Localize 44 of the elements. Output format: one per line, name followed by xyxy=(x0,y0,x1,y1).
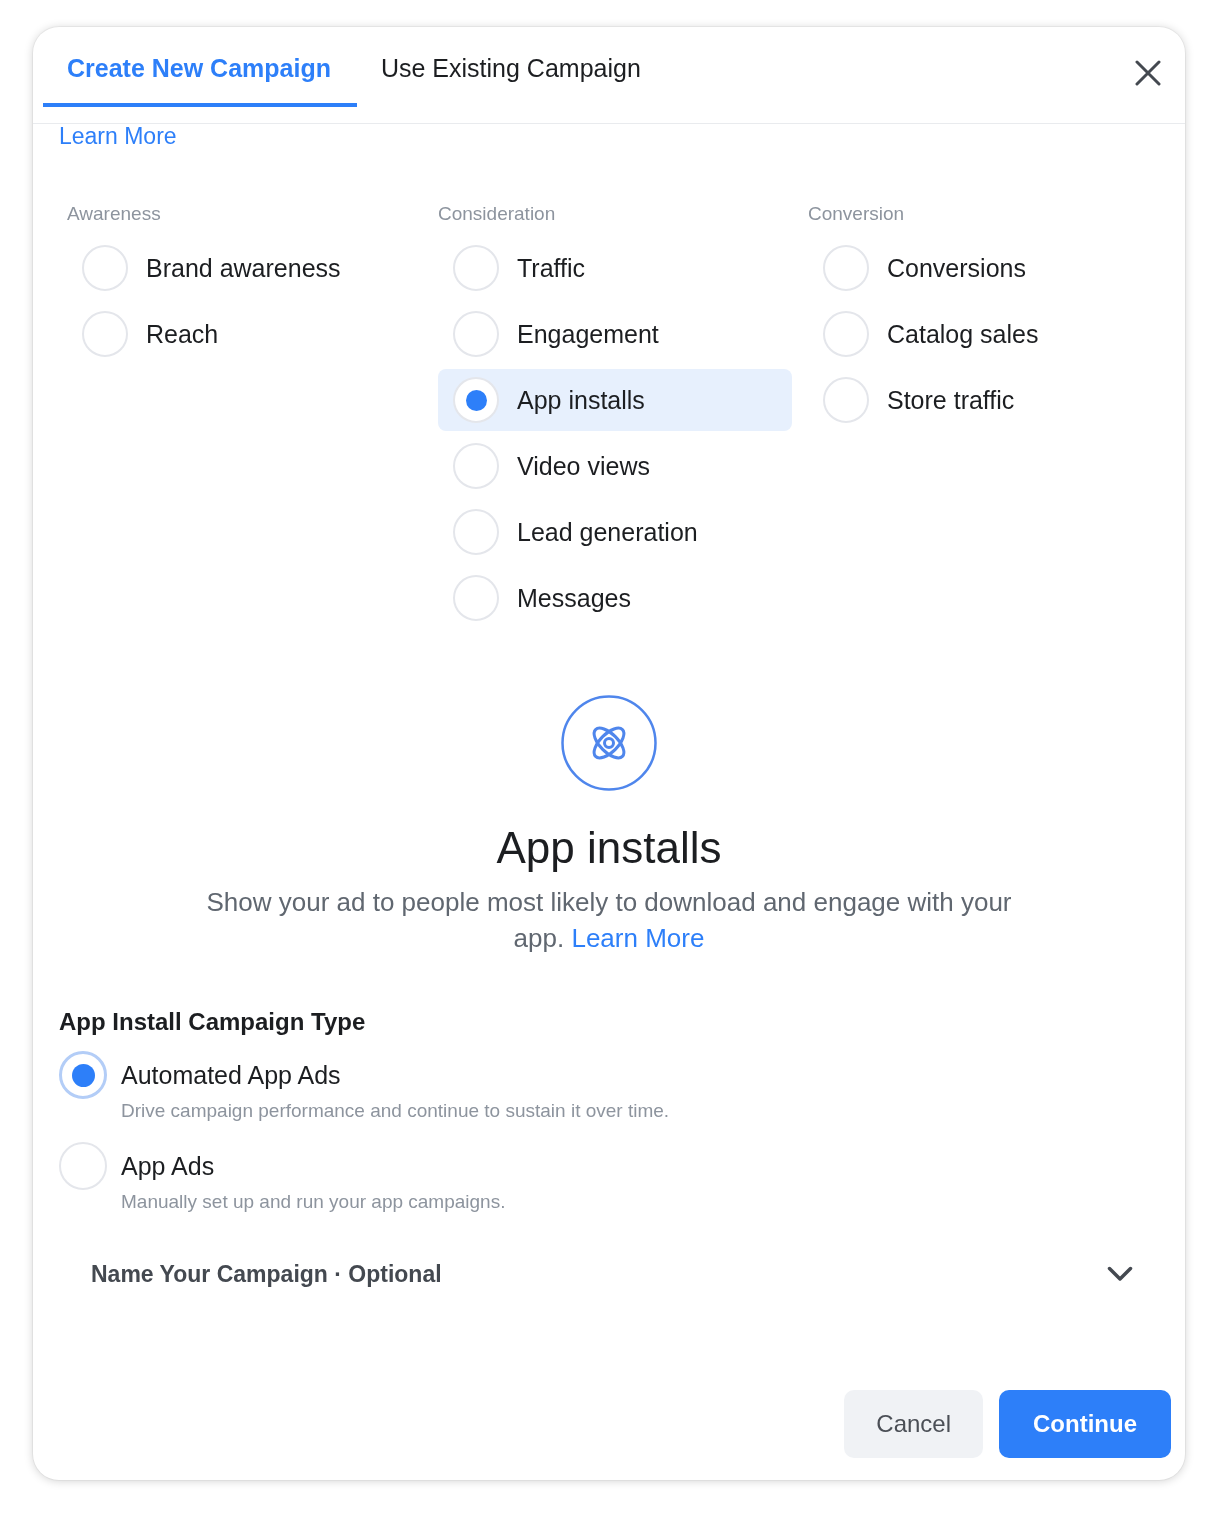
objective-option[interactable]: Conversions xyxy=(808,237,1162,299)
radio-button[interactable] xyxy=(82,245,128,291)
radio-button[interactable] xyxy=(823,377,869,423)
objective-title: App installs xyxy=(496,822,722,874)
objective-option[interactable]: Catalog sales xyxy=(808,303,1162,365)
section-title[interactable]: Name Your Campaign · Optional xyxy=(91,1259,442,1289)
radio-button[interactable] xyxy=(453,311,499,357)
cancel-button[interactable]: Cancel xyxy=(844,1390,983,1458)
radio-button[interactable] xyxy=(59,1142,107,1190)
group-heading: Consideration xyxy=(438,202,557,226)
section-heading: App Install Campaign Type xyxy=(59,1007,367,1037)
radio-button[interactable] xyxy=(823,311,869,357)
tab[interactable]: Create New Campaign xyxy=(43,27,357,107)
radio-button[interactable] xyxy=(59,1051,107,1099)
objective-option[interactable]: Traffic xyxy=(438,237,792,299)
learn-more-link[interactable]: Learn More xyxy=(59,124,177,148)
objective-option[interactable]: Lead generation xyxy=(438,501,792,563)
objective-option[interactable]: Messages xyxy=(438,567,792,629)
close-icon[interactable] xyxy=(1135,60,1161,86)
option-label[interactable]: App Ads xyxy=(121,1150,215,1182)
radio-button[interactable] xyxy=(453,245,499,291)
atom-icon xyxy=(561,695,657,791)
radio-button[interactable] xyxy=(82,311,128,357)
radio-button[interactable] xyxy=(823,245,869,291)
radio-button[interactable] xyxy=(453,575,499,621)
objective-option[interactable]: Reach xyxy=(67,303,421,365)
objective-option[interactable]: Video views xyxy=(438,435,792,497)
objective-description: Show your ad to people most likely to download and engage with your app. Learn More xyxy=(205,886,1013,955)
group-heading: Conversion xyxy=(808,202,906,226)
option-description: Drive campaign performance and continue to sustain it over time. xyxy=(121,1099,670,1123)
option-description: Manually set up and run your app campaigns. xyxy=(121,1190,506,1214)
tab[interactable]: Use Existing Campaign xyxy=(356,27,667,107)
radio-button[interactable] xyxy=(453,443,499,489)
objective-option[interactable]: Brand awareness xyxy=(67,237,421,299)
objective-option[interactable]: Engagement xyxy=(438,303,792,365)
group-heading: Awareness xyxy=(67,202,162,226)
continue-button[interactable]: Continue xyxy=(999,1390,1171,1458)
objective-option[interactable]: App installs xyxy=(438,369,792,431)
chevron-down-icon[interactable] xyxy=(1107,1266,1133,1282)
objective-option[interactable]: Store traffic xyxy=(808,369,1162,431)
learn-more-link[interactable]: Learn More xyxy=(571,923,705,953)
option-label[interactable]: Automated App Ads xyxy=(121,1059,341,1091)
radio-button[interactable] xyxy=(453,509,499,555)
radio-button[interactable] xyxy=(453,377,499,423)
